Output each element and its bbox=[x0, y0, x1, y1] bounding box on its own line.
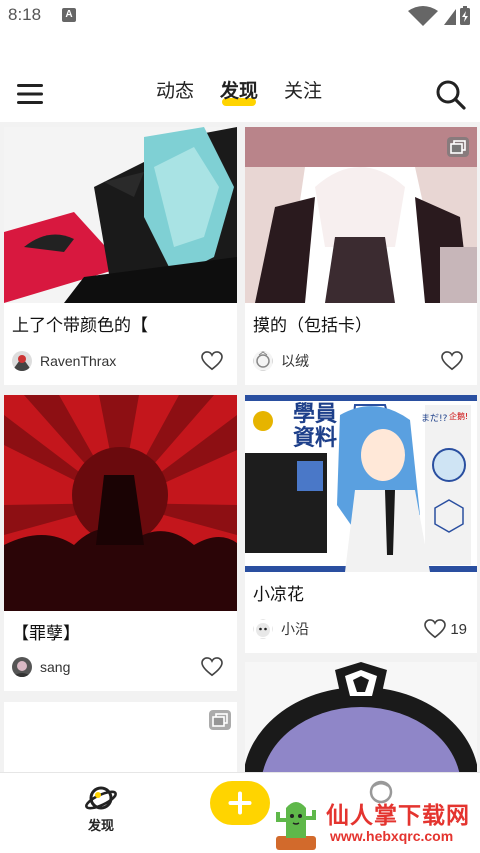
post-author[interactable]: RavenThrax bbox=[12, 349, 116, 373]
tab-following[interactable]: 关注 bbox=[284, 78, 322, 108]
post-image bbox=[4, 395, 237, 611]
post-title: 摸的（包括卡） bbox=[253, 316, 372, 336]
card4-heading-1: 學員 bbox=[293, 401, 337, 427]
heart-icon bbox=[201, 351, 223, 371]
post-image bbox=[245, 127, 477, 303]
post-title: 小凉花 bbox=[253, 585, 304, 605]
watermark-url: www.hebxqrc.com bbox=[330, 828, 454, 844]
search-icon[interactable] bbox=[434, 78, 468, 112]
post-card[interactable]: 學員 資料 まだ!? 企鹅! 小凉花 小沿 19 bbox=[245, 395, 477, 653]
post-card[interactable] bbox=[245, 662, 477, 772]
post-author[interactable]: 小沿 bbox=[253, 617, 309, 641]
discover-feed[interactable]: 上了个带颜色的【 RavenThrax 摸的（包括卡） 以绒 【罪孽】 sang… bbox=[0, 122, 480, 772]
watermark-title: 仙人掌下载网 bbox=[326, 803, 470, 829]
tab-discover[interactable]: 发现 bbox=[220, 78, 258, 108]
status-time: 8:18 bbox=[8, 5, 42, 24]
like-button[interactable] bbox=[441, 349, 467, 373]
author-name: RavenThrax bbox=[40, 353, 117, 369]
tab-dynamic[interactable]: 动态 bbox=[156, 78, 194, 108]
like-button[interactable] bbox=[201, 655, 227, 679]
author-name: 以绒 bbox=[281, 353, 309, 369]
heart-icon bbox=[201, 657, 223, 677]
post-title: 【罪孽】 bbox=[12, 624, 80, 644]
notification-icon: A bbox=[62, 8, 76, 22]
post-image: 學員 資料 まだ!? 企鹅! bbox=[245, 395, 477, 572]
plus-icon bbox=[228, 791, 252, 815]
avatar bbox=[12, 657, 32, 677]
like-count: 19 bbox=[450, 620, 467, 638]
post-title: 上了个带颜色的【 bbox=[12, 316, 148, 336]
author-name: 小沿 bbox=[281, 621, 309, 637]
multi-image-icon bbox=[209, 710, 231, 730]
post-card[interactable]: 摸的（包括卡） 以绒 bbox=[245, 127, 477, 385]
add-post-button[interactable] bbox=[210, 781, 270, 825]
heart-icon bbox=[441, 351, 463, 371]
planet-icon bbox=[85, 786, 117, 810]
author-name: sang bbox=[40, 659, 71, 675]
top-bar: 动态 发现 关注 bbox=[0, 34, 480, 122]
card4-badge: 企鹅! bbox=[449, 411, 468, 421]
nav-discover[interactable]: 发现 bbox=[76, 779, 126, 839]
multi-image-icon bbox=[447, 137, 469, 157]
card4-bubble: まだ!? bbox=[421, 413, 448, 424]
post-author[interactable]: sang bbox=[12, 655, 70, 679]
nav-discover-label: 发现 bbox=[87, 819, 114, 834]
avatar bbox=[12, 351, 32, 371]
card4-heading-2: 資料 bbox=[293, 425, 337, 451]
status-bar: 8:18 A bbox=[0, 0, 480, 34]
cactus-logo-icon bbox=[276, 802, 316, 850]
post-card[interactable] bbox=[4, 702, 237, 772]
avatar bbox=[253, 351, 273, 371]
post-image bbox=[245, 662, 477, 772]
like-button[interactable]: 19 bbox=[424, 617, 467, 641]
wifi-battery-icon bbox=[408, 6, 470, 26]
post-author[interactable]: 以绒 bbox=[253, 349, 309, 373]
like-button[interactable] bbox=[201, 349, 227, 373]
avatar bbox=[253, 619, 273, 639]
menu-icon[interactable] bbox=[14, 79, 46, 109]
post-card[interactable]: 上了个带颜色的【 RavenThrax bbox=[4, 127, 237, 385]
watermark: 仙人掌下载网 www.hebxqrc.com bbox=[266, 790, 480, 853]
post-image bbox=[4, 127, 237, 303]
heart-icon bbox=[424, 619, 447, 639]
post-card[interactable]: 【罪孽】 sang bbox=[4, 395, 237, 691]
